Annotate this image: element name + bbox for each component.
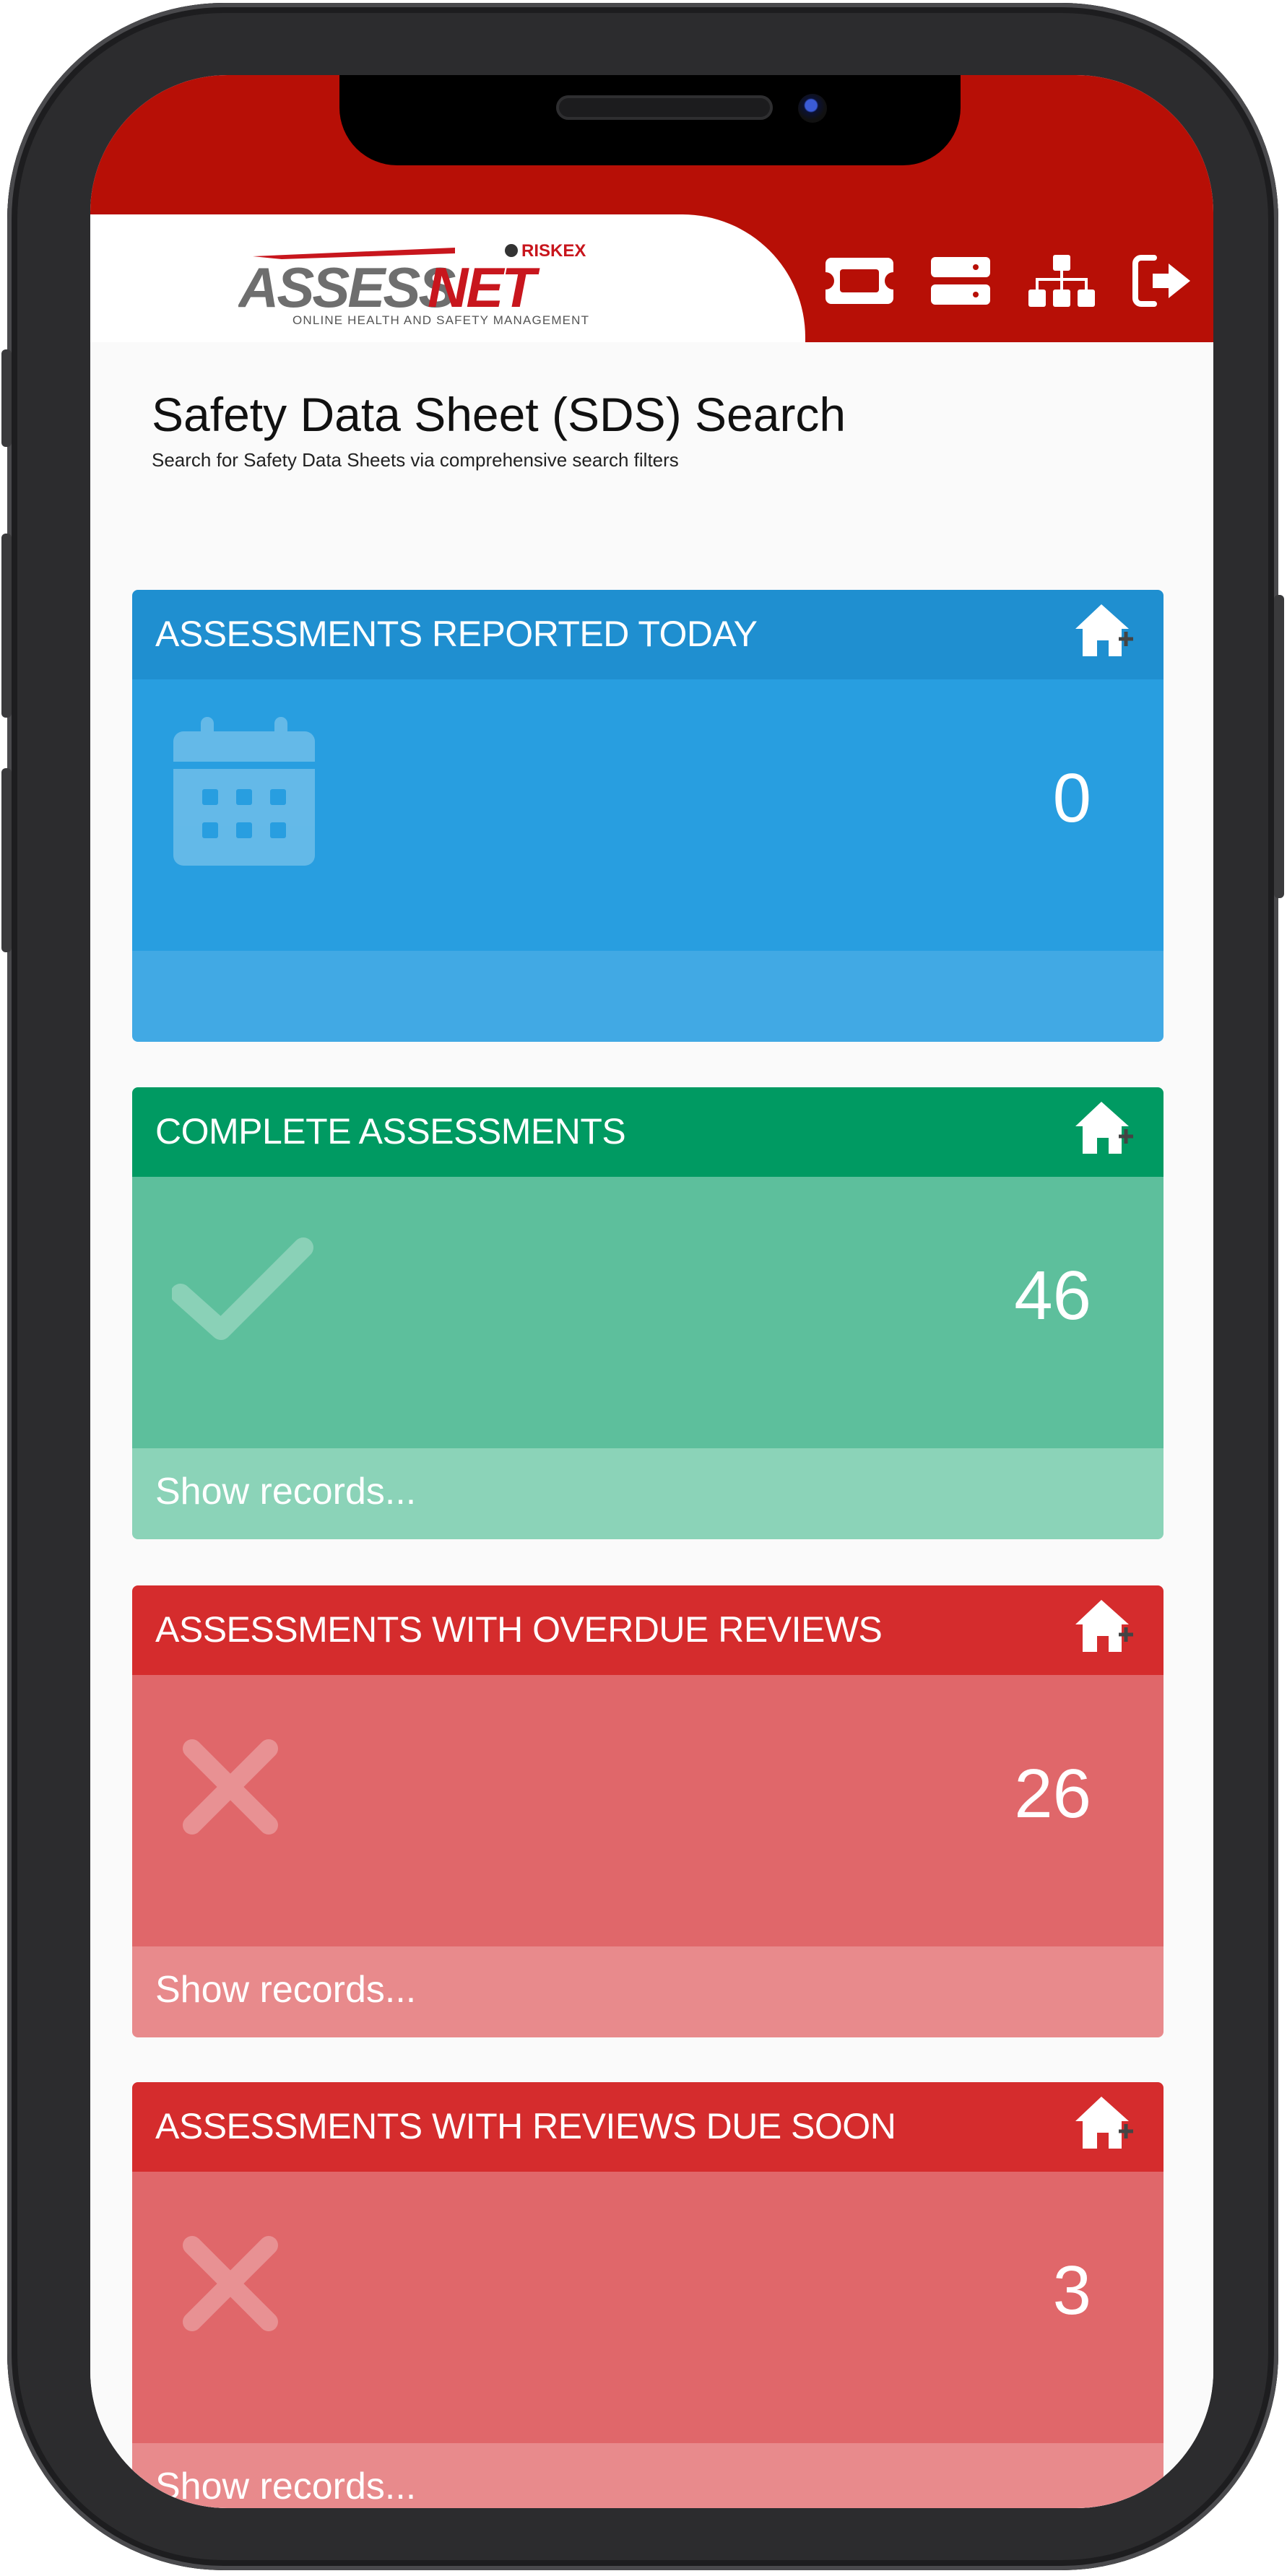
show-records-link[interactable]: Show records...: [155, 1968, 416, 2011]
card-value: 3: [1052, 2252, 1091, 2329]
page-title: Safety Data Sheet (SDS) Search: [152, 388, 846, 441]
home-plus-icon[interactable]: [1071, 600, 1143, 665]
side-button-silent: [1, 349, 12, 447]
server-icon: [931, 257, 990, 305]
logo-net-text: NET: [428, 256, 540, 319]
front-camera: [798, 94, 827, 123]
phone-frame: RISKEX ASSESS NET ONLINE HEALTH AND SAFE…: [1, 3, 1284, 2570]
card-header: ASSESSMENTS WITH OVERDUE REVIEWS: [132, 1585, 1164, 1675]
server-button[interactable]: [924, 248, 997, 313]
side-button-volume-down: [1, 768, 12, 952]
main-content: Safety Data Sheet (SDS) Search Search fo…: [90, 342, 1213, 2508]
cross-icon: [183, 2236, 278, 2331]
logout-button[interactable]: [1127, 248, 1199, 313]
card-footer: Show records...: [132, 2443, 1164, 2508]
sitemap-button[interactable]: [1026, 248, 1098, 313]
card-body: 0: [132, 679, 1164, 951]
card-body: 3: [132, 2172, 1164, 2443]
card-assessments-overdue-reviews: ASSESSMENTS WITH OVERDUE REVIEWS 26 Show…: [132, 1585, 1164, 2037]
assessnet-logo[interactable]: RISKEX ASSESS NET ONLINE HEALTH AND SAFE…: [238, 235, 607, 328]
card-body: 26: [132, 1675, 1164, 1946]
ticket-icon: [826, 258, 893, 304]
cross-icon: [183, 1739, 278, 1835]
show-records-link[interactable]: Show records...: [155, 1470, 416, 1513]
card-footer: Show records...: [132, 1448, 1164, 1539]
card-body: 46: [132, 1177, 1164, 1448]
notch: [339, 75, 961, 165]
card-header: ASSESSMENTS REPORTED TODAY: [132, 590, 1164, 679]
card-value: 0: [1052, 760, 1091, 837]
calendar-icon: [173, 717, 315, 866]
show-records-link[interactable]: Show records...: [155, 2465, 416, 2508]
card-title: ASSESSMENTS REPORTED TODAY: [155, 614, 758, 654]
speaker-grille: [556, 95, 773, 120]
card-complete-assessments: COMPLETE ASSESSMENTS 46 Show records...: [132, 1087, 1164, 1539]
card-assessments-reviews-due-soon: ASSESSMENTS WITH REVIEWS DUE SOON 3 Show…: [132, 2082, 1164, 2508]
card-value: 26: [1014, 1755, 1091, 1832]
card-header: COMPLETE ASSESSMENTS: [132, 1087, 1164, 1177]
card-assessments-reported-today: ASSESSMENTS REPORTED TODAY 0: [132, 590, 1164, 1042]
header-nav: [823, 245, 1199, 317]
card-title: COMPLETE ASSESSMENTS: [155, 1111, 626, 1152]
home-plus-icon[interactable]: [1071, 2092, 1143, 2157]
check-icon: [172, 1237, 313, 1340]
logo-tagline: ONLINE HEALTH AND SAFETY MANAGEMENT: [292, 313, 589, 327]
card-title: ASSESSMENTS WITH REVIEWS DUE SOON: [155, 2106, 896, 2146]
card-value: 46: [1014, 1257, 1091, 1334]
logo-area: RISKEX ASSESS NET ONLINE HEALTH AND SAFE…: [90, 214, 805, 342]
logo-assess-text: ASSESS: [238, 256, 456, 319]
side-button-volume-up: [1, 534, 12, 718]
card-title: ASSESSMENTS WITH OVERDUE REVIEWS: [155, 1609, 883, 1650]
card-footer: [132, 951, 1164, 1042]
page-subtitle: Search for Safety Data Sheets via compre…: [152, 449, 679, 471]
home-plus-icon[interactable]: [1071, 1097, 1143, 1162]
home-plus-icon[interactable]: [1071, 1596, 1143, 1661]
screen: RISKEX ASSESS NET ONLINE HEALTH AND SAFE…: [90, 75, 1213, 2508]
card-footer: Show records...: [132, 1946, 1164, 2037]
sitemap-icon: [1028, 255, 1095, 307]
ticket-button[interactable]: [823, 248, 896, 313]
sign-out-icon: [1132, 255, 1190, 307]
card-header: ASSESSMENTS WITH REVIEWS DUE SOON: [132, 2082, 1164, 2172]
side-button-power: [1274, 595, 1284, 898]
